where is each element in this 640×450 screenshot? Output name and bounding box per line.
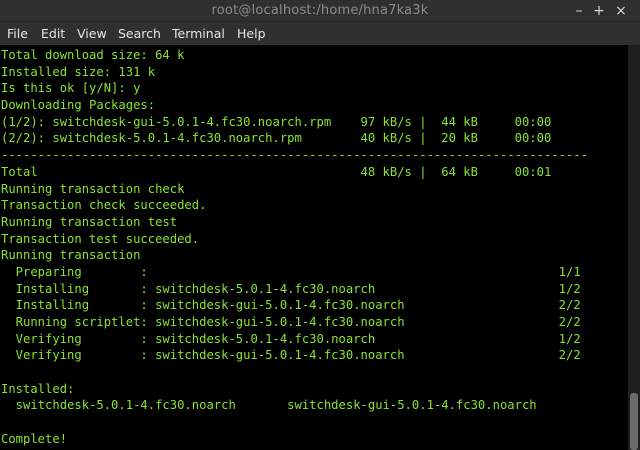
scrollbar-thumb[interactable] bbox=[630, 393, 638, 450]
terminal-line: Transaction check succeeded. bbox=[1, 198, 207, 213]
vertical-scrollbar[interactable] bbox=[628, 45, 640, 450]
window-title: root@localhost:/home/hna7ka3k bbox=[211, 3, 429, 18]
terminal-line: (1/2): switchdesk-gui-5.0.1-4.fc30.noarc… bbox=[1, 114, 552, 129]
terminal-line: (2/2): switchdesk-5.0.1-4.fc30.noarch.rp… bbox=[1, 131, 552, 146]
terminal-line: Installed size: 131 k bbox=[1, 64, 156, 79]
terminal-line: Running transaction test bbox=[1, 214, 178, 229]
terminal-line: Is this ok [y/N]: y bbox=[1, 81, 141, 96]
terminal-line: Installed: bbox=[1, 381, 75, 396]
menu-bar: File Edit View Search Terminal Help bbox=[0, 22, 640, 45]
terminal-lines: Total download size: 64 k Installed size:… bbox=[1, 47, 588, 448]
terminal-line: Running scriptlet: switchdesk-gui-5.0.1-… bbox=[1, 315, 581, 329]
terminal-line: Downloading Packages: bbox=[1, 98, 156, 113]
terminal-line: Total download size: 64 k bbox=[1, 48, 185, 62]
maximize-icon[interactable]: + bbox=[590, 2, 608, 20]
menu-edit[interactable]: Edit bbox=[41, 26, 65, 41]
close-icon[interactable]: × bbox=[612, 2, 630, 20]
terminal-output[interactable]: Total download size: 64 k Installed size:… bbox=[0, 45, 628, 450]
terminal-line: Transaction test succeeded. bbox=[1, 231, 200, 246]
terminal-line: Installing : switchdesk-5.0.1-4.fc30.noa… bbox=[1, 281, 581, 296]
minimize-icon[interactable]: – bbox=[570, 2, 588, 20]
terminal-line: Verifying : switchdesk-5.0.1-4.fc30.noar… bbox=[1, 331, 581, 346]
terminal-line: Running transaction bbox=[1, 248, 141, 263]
menu-search[interactable]: Search bbox=[118, 26, 161, 41]
terminal-line: Preparing : 1/1 bbox=[1, 264, 581, 279]
terminal-line: Complete! bbox=[1, 431, 68, 446]
menu-view[interactable]: View bbox=[77, 26, 107, 41]
terminal-line: switchdesk-5.0.1-4.fc30.noarch switchdes… bbox=[1, 398, 537, 413]
menu-help[interactable]: Help bbox=[237, 26, 266, 41]
terminal-line: Installing : switchdesk-gui-5.0.1-4.fc30… bbox=[1, 298, 581, 313]
terminal-line: Total 48 kB/s | 64 kB 00:01 bbox=[1, 164, 552, 179]
terminal-line: Verifying : switchdesk-gui-5.0.1-4.fc30.… bbox=[1, 348, 581, 363]
menu-file[interactable]: File bbox=[7, 26, 28, 41]
terminal-line: Running transaction check bbox=[1, 181, 185, 196]
title-bar[interactable]: root@localhost:/home/hna7ka3k – + × bbox=[0, 0, 640, 22]
menu-terminal[interactable]: Terminal bbox=[172, 26, 225, 41]
terminal-line: ----------------------------------------… bbox=[1, 148, 588, 163]
